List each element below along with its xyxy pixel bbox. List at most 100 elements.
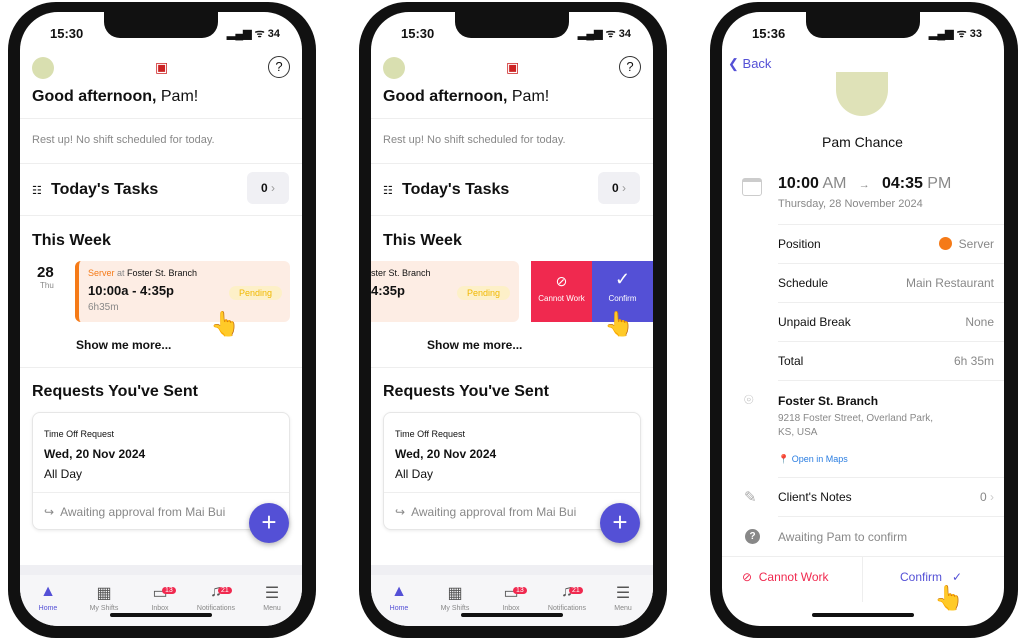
- notch: [806, 12, 920, 38]
- back-button[interactable]: ❮ Back: [728, 56, 771, 72]
- request-date: Wed, 20 Nov 2024: [395, 447, 497, 461]
- tab-label: Menu: [614, 605, 632, 612]
- home-icon: ▲: [391, 583, 407, 600]
- help-icon[interactable]: ?: [268, 56, 290, 78]
- row-label: Unpaid Break: [778, 315, 851, 329]
- confirm-button[interactable]: Confirm ✓: [900, 570, 962, 584]
- tab-label: Menu: [263, 605, 281, 612]
- shift-card[interactable]: Server at Foster St. Branch 10:00a - 4:3…: [75, 261, 290, 322]
- status-time: 15:36: [752, 26, 786, 41]
- week-title: This Week: [32, 232, 111, 249]
- tasks-count: 0: [611, 181, 619, 195]
- greeting-name: Pam!: [507, 88, 550, 105]
- tasks-count-button[interactable]: 0 ›: [598, 172, 640, 204]
- menu-icon: ☰: [615, 585, 631, 602]
- request-type: Time Off Request: [395, 429, 466, 439]
- shift-card-swiped[interactable]: ster St. Branch 4:35p Pending: [371, 261, 519, 322]
- shift-location: ster St. Branch: [371, 268, 431, 278]
- chevron-right-icon: ›: [271, 181, 276, 195]
- tab-menu[interactable]: ☰ Menu: [244, 583, 300, 612]
- tab-home[interactable]: ▲ Home: [371, 583, 427, 612]
- request-date: Wed, 20 Nov 2024: [44, 447, 146, 461]
- location-name: Foster St. Branch: [778, 394, 879, 408]
- avatar[interactable]: [32, 57, 54, 79]
- chevron-right-icon: ›: [622, 181, 627, 195]
- cannot-work-button[interactable]: ⊘ Cannot Work: [531, 261, 592, 322]
- calendar-icon: [742, 178, 762, 196]
- calendar-icon: ▦: [447, 585, 463, 602]
- edit-note-icon: ✎: [744, 489, 757, 506]
- greeting: Good afternoon,: [32, 88, 157, 105]
- row-label: Total: [778, 354, 804, 368]
- tab-menu[interactable]: ☰ Menu: [595, 583, 651, 612]
- end-time: 04:35: [881, 175, 923, 192]
- status-icons: ▂▄▆ ᯤ 33: [928, 28, 982, 40]
- home-screen: 15:30 ▂▄▆ ᯤ 34 ▣ ? Good afternoon, Pam! …: [20, 12, 302, 626]
- inbox-badge: 13: [162, 587, 176, 594]
- tasks-title: Today's Tasks: [51, 181, 159, 198]
- request-span: All Day: [44, 467, 83, 481]
- tab-notifications[interactable]: ♫ 21 Notifications: [539, 583, 595, 612]
- tap-hand-icon: 👆: [210, 311, 240, 338]
- tab-label: Inbox: [502, 605, 520, 612]
- tasks-count-button[interactable]: 0 ›: [247, 172, 289, 204]
- tab-home[interactable]: ▲ Home: [20, 583, 76, 612]
- chevron-left-icon: ❮: [728, 56, 739, 71]
- avatar[interactable]: [383, 57, 405, 79]
- cannot-work-button[interactable]: ⊘ Cannot Work: [742, 570, 829, 584]
- notifications-badge: 21: [218, 587, 232, 594]
- forward-arrow-icon: ↪: [395, 505, 406, 519]
- profile-photo: [836, 72, 888, 116]
- notifications-badge: 21: [569, 587, 583, 594]
- menu-icon: ☰: [264, 585, 280, 602]
- tab-inbox[interactable]: ▭ 13 Inbox: [483, 583, 539, 612]
- home-screen-swiped: 15:30 ▂▄▆ ᯤ 34 ▣ ? Good afternoon, Pam! …: [371, 12, 653, 626]
- user-cancel-icon: ⊘: [555, 273, 568, 289]
- tab-my-shifts[interactable]: ▦ My Shifts: [427, 583, 483, 612]
- tab-label: Inbox: [151, 605, 169, 612]
- logo-icon: ▣: [155, 59, 169, 75]
- status-badge: Pending: [229, 286, 283, 300]
- user-cancel-icon: ⊘: [742, 570, 753, 584]
- add-button[interactable]: +: [600, 503, 640, 543]
- tab-my-shifts[interactable]: ▦ My Shifts: [76, 583, 132, 612]
- end-ampm: PM: [922, 175, 952, 192]
- open-in-maps-link[interactable]: 📍 Open in Maps: [778, 454, 848, 465]
- back-label: Back: [742, 56, 772, 71]
- greeting: Good afternoon,: [383, 88, 508, 105]
- confirm-label: Confirm: [900, 570, 943, 584]
- start-ampm: AM: [818, 175, 847, 192]
- shift-at: at: [114, 268, 128, 278]
- tab-label: My Shifts: [89, 605, 119, 612]
- request-span: All Day: [395, 467, 434, 481]
- tap-hand-icon: 👆: [604, 311, 634, 338]
- shift-time: 4:35p: [371, 283, 405, 298]
- rest-message: Rest up! No shift scheduled for today.: [32, 134, 215, 146]
- tab-label: Home: [389, 605, 409, 612]
- start-time: 10:00: [778, 175, 819, 192]
- row-position: Position Server: [778, 237, 994, 251]
- greeting-name: Pam!: [156, 88, 199, 105]
- home-indicator: [812, 613, 914, 617]
- notch: [455, 12, 569, 38]
- tab-inbox[interactable]: ▭ 13 Inbox: [132, 583, 188, 612]
- button-divider: [862, 557, 863, 602]
- notes-count: 0: [979, 490, 987, 504]
- clients-notes-row[interactable]: Client's Notes 0 ›: [778, 490, 994, 504]
- tab-label: My Shifts: [440, 605, 470, 612]
- home-indicator: [461, 613, 563, 617]
- employee-name: Pam Chance: [822, 134, 903, 150]
- help-icon[interactable]: ?: [619, 56, 641, 78]
- battery: 34: [267, 28, 280, 40]
- row-label: Client's Notes: [778, 490, 852, 504]
- show-more-link[interactable]: Show me more...: [427, 338, 522, 352]
- show-more-link[interactable]: Show me more...: [76, 338, 171, 352]
- tab-notifications[interactable]: ♫ 21 Notifications: [188, 583, 244, 612]
- shift-time: 10:00a - 4:35p: [88, 283, 174, 298]
- tasks-count: 0: [260, 181, 268, 195]
- tasks-icon: ☷: [32, 185, 42, 197]
- logo-icon: ▣: [506, 59, 520, 75]
- status-icons: ▂▄▆ ᯤ 34: [577, 28, 631, 40]
- location-address: 9218 Foster Street, Overland Park, KS, U…: [778, 413, 934, 438]
- add-button[interactable]: +: [249, 503, 289, 543]
